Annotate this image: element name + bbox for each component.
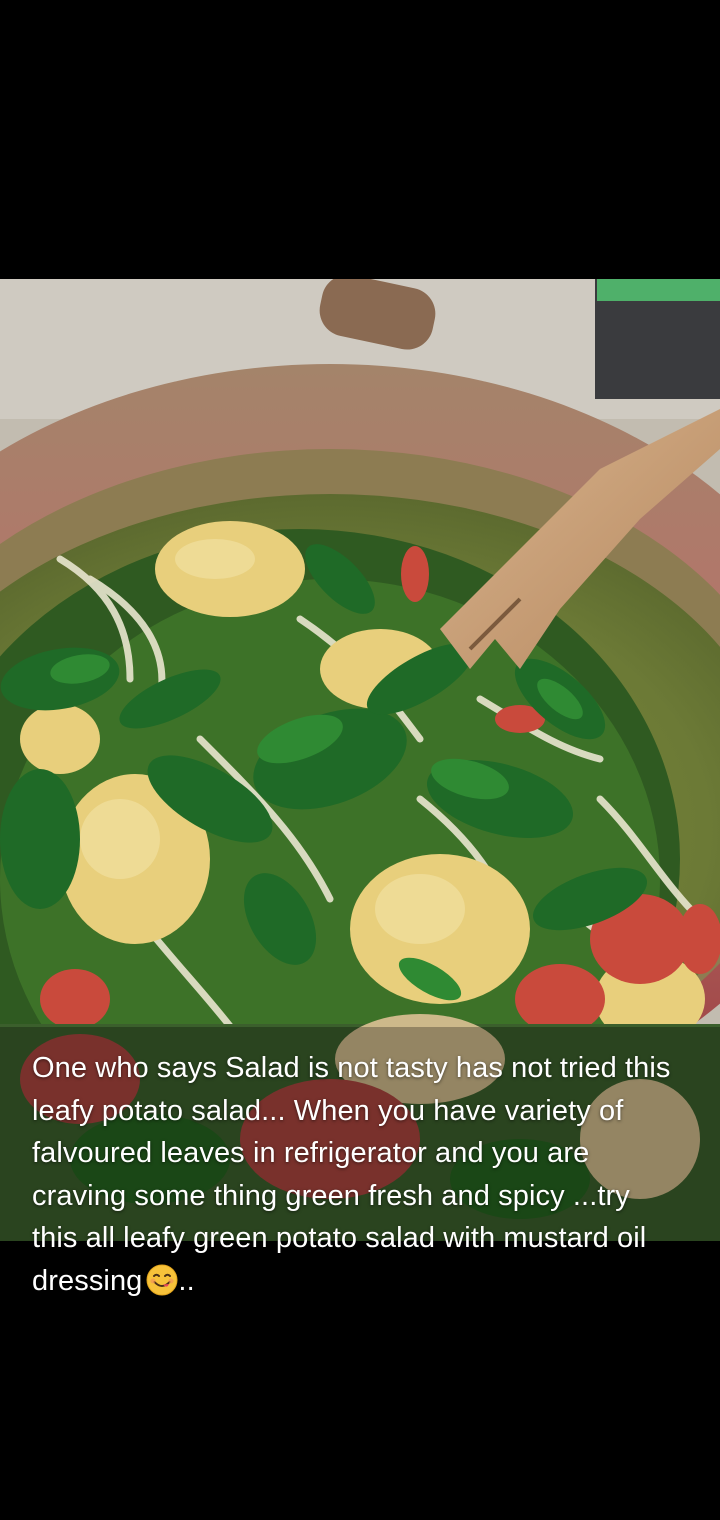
story-caption: One who says Salad is not tasty has not …	[0, 1027, 720, 1302]
story-viewer[interactable]: One who says Salad is not tasty has not …	[0, 0, 720, 1520]
caption-body: One who says Salad is not tasty has not …	[32, 1052, 671, 1297]
caption-text: One who says Salad is not tasty has not …	[32, 1047, 682, 1302]
caption-tail: ..	[178, 1264, 195, 1297]
face-savoring-food-icon	[146, 1264, 178, 1295]
